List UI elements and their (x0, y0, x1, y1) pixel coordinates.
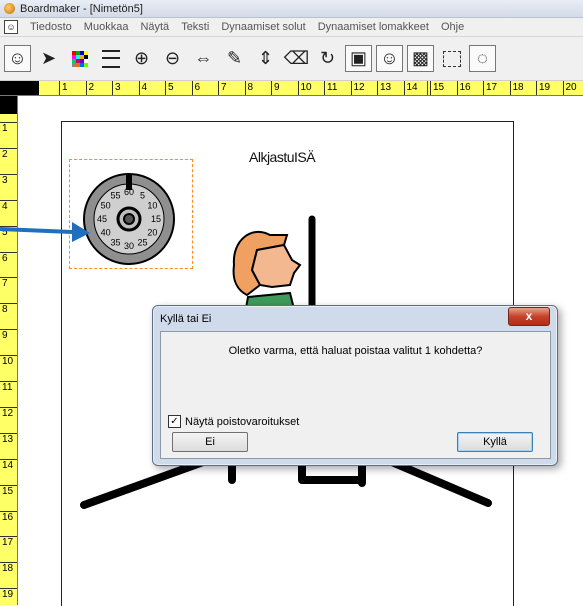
button-tool-icon[interactable]: ▣ (345, 45, 372, 72)
ruler-tick: 5 (165, 81, 191, 95)
menu-dynaamiset-solut[interactable]: Dynaamiset solut (215, 21, 311, 33)
eraser-icon[interactable]: ⌫ (283, 45, 310, 72)
ruler-tick: 7 (218, 81, 244, 95)
pencil-icon[interactable]: ✎ (221, 45, 248, 72)
warnings-checkbox-label[interactable]: Näytä poistovaroitukset (185, 416, 299, 428)
dialog-message: Oletko varma, että haluat poistaa valitu… (161, 345, 550, 357)
ruler-tick: 19 (536, 81, 562, 95)
ruler-tick: 9 (271, 81, 297, 95)
ruler-tick: 1 (59, 81, 85, 95)
ruler-tick: 13 (377, 81, 403, 95)
ruler-tick: 14 (404, 81, 430, 95)
clock-number: 10 (147, 201, 157, 211)
horizontal-ruler: 1234567891011121314151617181920 (0, 81, 583, 96)
warnings-checkbox-row[interactable]: ✓ Näytä poistovaroitukset (168, 415, 299, 428)
clock-number: 50 (101, 201, 111, 211)
ruler-tick-vertical: 8 (0, 303, 17, 329)
menu-dynaamiset-lomakkeet[interactable]: Dynaamiset lomakkeet (312, 21, 435, 33)
menu-muokkaa[interactable]: Muokkaa (78, 21, 135, 33)
ruler-tick-vertical: 19 (0, 588, 17, 605)
ruler-tick: 12 (351, 81, 377, 95)
ruler-tick: 3 (112, 81, 138, 95)
zoom-in-icon[interactable]: ⊕ (128, 45, 155, 72)
freeform-shape-icon[interactable]: ◌ (469, 45, 496, 72)
ruler-tick: 16 (457, 81, 483, 95)
ruler-tick: 4 (139, 81, 165, 95)
menu-bar: ☺ Tiedosto Muokkaa Näytä Teksti Dynaamis… (0, 18, 583, 37)
line-thickness-icon[interactable] (97, 45, 124, 72)
ruler-tick: 17 (483, 81, 509, 95)
canvas-title-text[interactable]: AlkjastuISÄ (249, 149, 315, 165)
ruler-tick: 8 (245, 81, 271, 95)
pointer-arrow-annotation (0, 214, 90, 244)
pointer-icon[interactable]: ➤ (35, 45, 62, 72)
ruler-tick-vertical: 6 (0, 252, 17, 278)
color-palette-icon[interactable] (66, 45, 93, 72)
clock-number: 15 (151, 214, 161, 224)
ruler-tick: 6 (192, 81, 218, 95)
ruler-tick-vertical: 11 (0, 381, 17, 407)
clock-number: 25 (137, 237, 147, 247)
dialog-body: Oletko varma, että haluat poistaa valitu… (160, 331, 551, 459)
clock-number: 30 (124, 241, 134, 251)
ruler-tick: 18 (510, 81, 536, 95)
clock-number: 40 (101, 228, 111, 238)
close-icon[interactable]: x (508, 307, 550, 326)
boardmaker-app-icon (4, 3, 15, 14)
ruler-tick: 2 (86, 81, 112, 95)
ruler-tick: 15 (430, 81, 456, 95)
menu-ohje[interactable]: Ohje (435, 21, 470, 33)
document-icon[interactable]: ☺ (4, 20, 18, 34)
ruler-tick-vertical: 18 (0, 562, 17, 588)
yes-button[interactable]: Kyllä (457, 432, 533, 452)
clock-number: 60 (124, 187, 134, 197)
ruler-tick-vertical: 10 (0, 355, 17, 381)
rotate-icon[interactable]: ↻ (314, 45, 341, 72)
vertical-ruler: 12345678910111213141516171819 (0, 96, 18, 605)
zoom-out-icon[interactable]: ⊖ (159, 45, 186, 72)
toolbar: ☺➤⊕⊖⇔✎⇕⌫↻▣☺▩◌ (0, 37, 583, 81)
menu-tiedosto[interactable]: Tiedosto (24, 21, 78, 33)
ruler-tick-vertical: 14 (0, 459, 17, 485)
ruler-corner-vertical (0, 96, 17, 114)
ruler-tick: 10 (298, 81, 324, 95)
symbol-button-icon[interactable]: ☺ (376, 45, 403, 72)
no-button[interactable]: Ei (172, 432, 248, 452)
ruler-tick-vertical: 15 (0, 485, 17, 511)
freeform-button-icon[interactable]: ▩ (407, 45, 434, 72)
ruler-tick-vertical: 1 (0, 122, 17, 148)
dialog-title: Kyllä tai Ei (160, 313, 211, 325)
clock-number: 20 (147, 228, 157, 238)
confirm-dialog: Kyllä tai Ei x Oletko varma, että haluat… (152, 305, 558, 466)
title-bar: Boardmaker - [Nimetön5] (0, 0, 583, 18)
clock-number: 5 (140, 191, 145, 201)
ruler-tick-vertical: 9 (0, 329, 17, 355)
ruler-tick: 11 (324, 81, 350, 95)
warnings-checkbox[interactable]: ✓ (168, 415, 181, 428)
clock-number: 55 (110, 191, 120, 201)
selection-rectangle-icon[interactable] (438, 45, 465, 72)
clock-number: 45 (97, 214, 107, 224)
ruler-tick-vertical: 17 (0, 536, 17, 562)
menu-teksti[interactable]: Teksti (175, 21, 215, 33)
ruler-tick-vertical: 12 (0, 407, 17, 433)
symbol-finder-icon[interactable]: ☺ (4, 45, 31, 72)
ruler-tick-vertical: 3 (0, 174, 17, 200)
ruler-corner (0, 81, 39, 95)
window-title: Boardmaker - [Nimetön5] (20, 3, 143, 15)
ruler-tick-vertical: 16 (0, 511, 17, 537)
ruler-tick-vertical: 13 (0, 433, 17, 459)
menu-nayta[interactable]: Näytä (134, 21, 175, 33)
flip-horizontal-icon[interactable]: ⇔ (190, 45, 217, 72)
ruler-tick: 20 (563, 81, 583, 95)
figure-face (252, 245, 300, 287)
ruler-tick-vertical: 7 (0, 277, 17, 303)
spacing-icon[interactable]: ⇕ (252, 45, 279, 72)
clock-number: 35 (110, 237, 120, 247)
ruler-tick-vertical: 2 (0, 148, 17, 174)
